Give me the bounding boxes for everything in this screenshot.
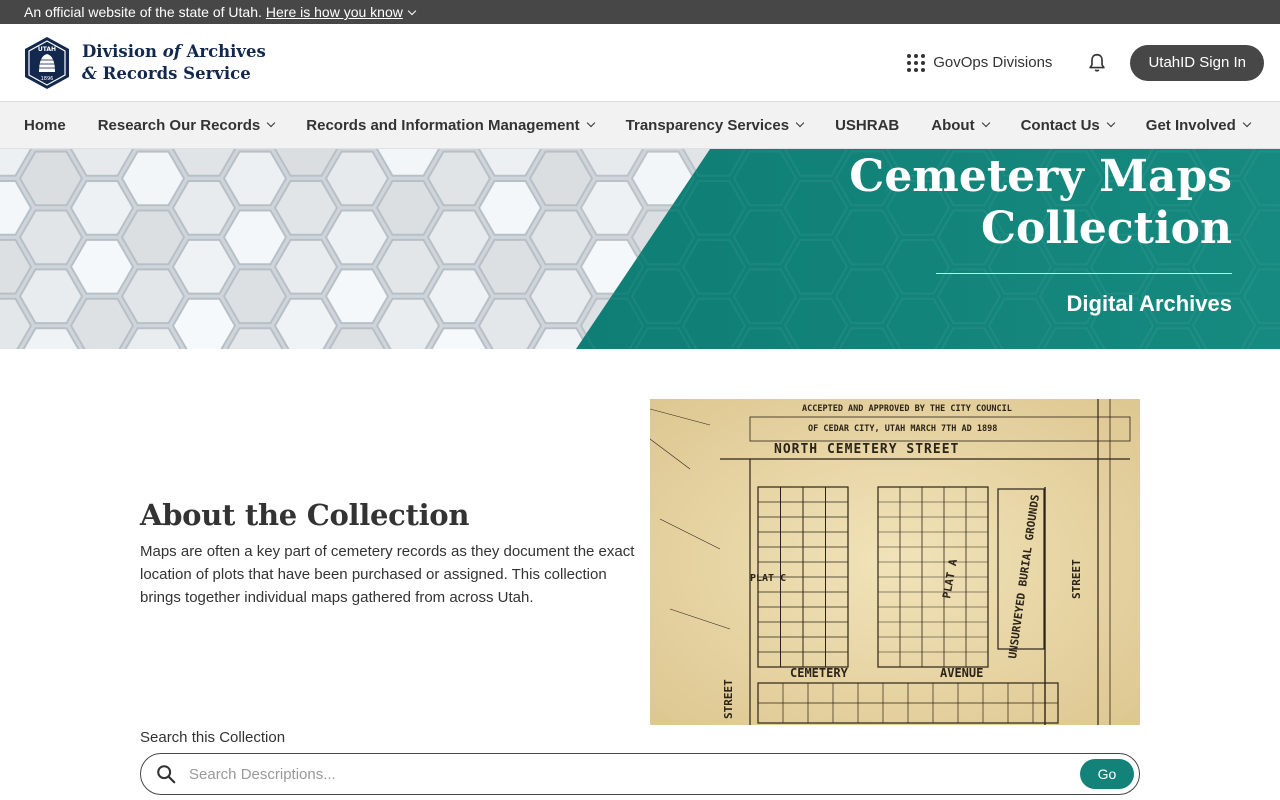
svg-text:OF CEDAR CITY, UTAH MARCH: OF CEDAR CITY, UTAH MARCH 7TH AD 1898	[808, 424, 997, 434]
about-collection-section: About the Collection Maps are often a ke…	[140, 498, 640, 609]
nav-item-home[interactable]: Home	[24, 117, 66, 134]
main-navigation: Home Research Our Records Records and Info…	[0, 102, 1280, 149]
seal-top-text: UTAH	[38, 46, 56, 53]
chevron-down-icon	[1242, 118, 1252, 128]
svg-text:AVENUE: AVENUE	[940, 666, 983, 680]
official-banner: An official website of the state of Utah…	[0, 0, 1280, 24]
nav-item-label: Transparency Services	[625, 116, 790, 134]
svg-text:STREET: STREET	[722, 679, 735, 719]
site-header: UTAH 1896 Division of Archives & Records…	[0, 24, 1280, 102]
seal-year-text: 1896	[41, 76, 54, 82]
svg-text:CEMETERY: CEMETERY	[790, 666, 849, 680]
utahid-sign-in-button[interactable]: UtahID Sign In	[1130, 44, 1264, 81]
hero-subtitle: Digital Archives	[1066, 291, 1232, 316]
bell-icon[interactable]	[1086, 52, 1108, 74]
nav-item-records-and-information-management[interactable]: Records and Information Management	[306, 116, 595, 134]
nav-item-label: USHRAB	[835, 116, 900, 134]
nav-item-ushrab[interactable]: USHRAB	[835, 117, 899, 134]
page-title: Cemetery Maps Collection	[849, 151, 1232, 254]
nav-item-label: Research Our Records	[97, 116, 261, 134]
chevron-down-icon	[795, 118, 805, 128]
nav-item-label: Contact Us	[1020, 116, 1100, 134]
govops-label: GovOps Divisions	[933, 54, 1053, 71]
go-button[interactable]: Go	[1080, 759, 1134, 789]
chevron-down-icon	[1106, 118, 1116, 128]
nav-item-label: Home	[24, 116, 66, 134]
search-input[interactable]	[189, 765, 1080, 783]
search-icon	[157, 765, 176, 784]
header-actions: GovOps Divisions UtahID Sign In	[907, 44, 1264, 81]
nav-item-contact-us[interactable]: Contact Us	[1020, 116, 1116, 134]
chevron-down-icon	[407, 6, 417, 15]
govops-divisions-button[interactable]: GovOps Divisions	[907, 53, 1053, 72]
svg-text:STREET: STREET	[1070, 559, 1083, 599]
nav-item-get-involved[interactable]: Get Involved	[1145, 116, 1252, 134]
nav-item-transparency-services[interactable]: Transparency Services	[625, 116, 805, 134]
logo-wordmark: Division of Archives & Records Service	[82, 41, 266, 83]
nav-item-label: Get Involved	[1145, 116, 1236, 134]
how-you-know-label: Here is how you know	[265, 4, 403, 20]
svg-text:ACCEPTED AND APPROVED BY THE C: ACCEPTED AND APPROVED BY THE CITY COUNCI…	[802, 404, 1012, 414]
svg-text:NORTH CEMETERY STREET: NORTH CEMETERY STREET	[774, 442, 959, 457]
about-description: Maps are often a key part of cemetery re…	[140, 543, 635, 606]
chevron-down-icon	[586, 118, 595, 128]
how-you-know-link[interactable]: Here is how you know	[265, 0, 417, 24]
hero-divider	[936, 273, 1232, 274]
nav-item-label: Records and Information Management	[306, 116, 580, 134]
nav-item-research-our-records[interactable]: Research Our Records	[97, 116, 276, 134]
hero-banner: Cemetery Maps Collection Digital Archive…	[0, 149, 1280, 349]
site-logo[interactable]: UTAH 1896 Division of Archives & Records…	[24, 36, 266, 90]
search-label: Search this Collection	[140, 729, 286, 746]
chevron-down-icon	[981, 118, 990, 128]
apps-grid-icon	[907, 53, 926, 72]
official-banner-text: An official website of the state of Utah…	[24, 4, 262, 20]
collection-search-bar: Go	[140, 753, 1140, 795]
nav-item-about[interactable]: About	[931, 116, 990, 134]
utah-seal-icon: UTAH 1896	[25, 36, 69, 89]
about-heading: About the Collection	[140, 498, 470, 532]
chevron-down-icon	[267, 118, 276, 128]
nav-item-label: About	[931, 116, 975, 134]
cemetery-map-image: ACCEPTED AND APPROVED BY THE CITY COUNCI…	[650, 399, 1140, 725]
